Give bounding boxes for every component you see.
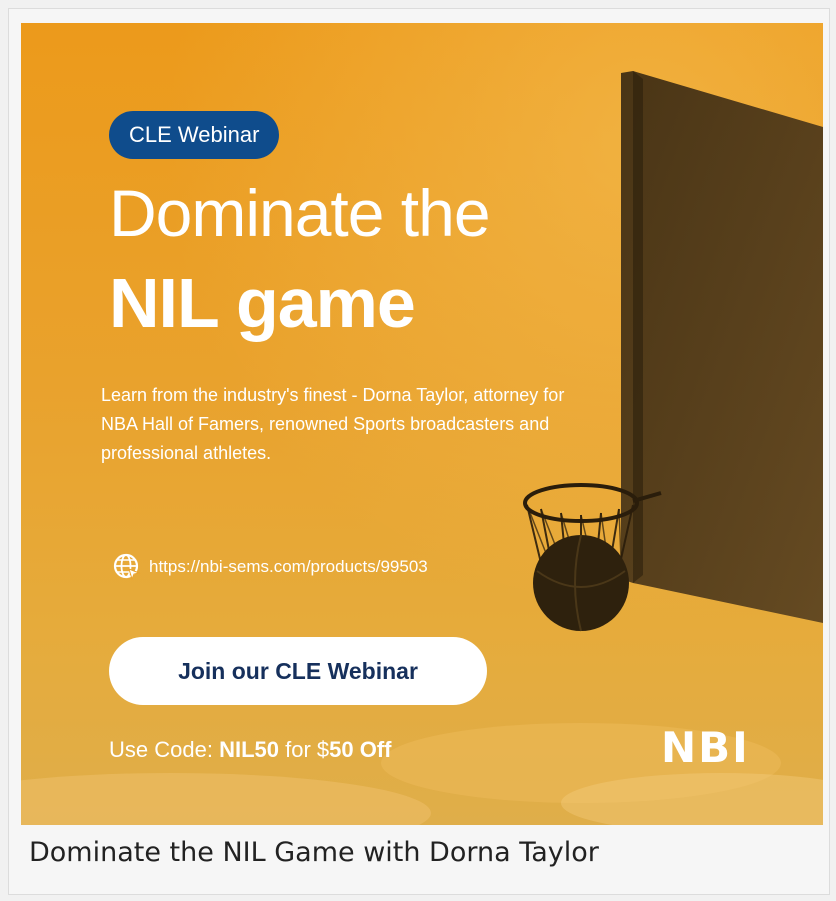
webinar-url[interactable]: https://nbi-sems.com/products/99503 — [149, 557, 428, 577]
headline-line-2: NIL game — [109, 264, 416, 342]
join-webinar-button[interactable]: Join our CLE Webinar — [109, 637, 487, 705]
promo-prefix: Use Code: — [109, 737, 220, 762]
headline-line-1: Dominate the — [109, 176, 491, 250]
webinar-badge: CLE Webinar — [109, 111, 280, 159]
post-caption: Dominate the NIL Game with Dorna Taylor — [29, 837, 599, 868]
post-card: CLE Webinar Dominate the NIL game Learn … — [8, 8, 830, 895]
promo-amount: 50 Off — [329, 737, 392, 762]
webinar-url-row[interactable]: https://nbi-sems.com/products/99503 — [113, 553, 428, 581]
promo-code-line: Use Code: NIL50 for $50 Off — [109, 735, 391, 765]
promo-middle: for $ — [278, 737, 330, 762]
webinar-banner-image[interactable]: CLE Webinar Dominate the NIL game Learn … — [21, 23, 823, 825]
nbi-logo: NBI — [661, 723, 750, 772]
globe-cursor-icon — [113, 553, 141, 581]
promo-code: NIL50 — [219, 737, 279, 762]
banner-description: Learn from the industry's finest - Dorna… — [101, 385, 565, 463]
